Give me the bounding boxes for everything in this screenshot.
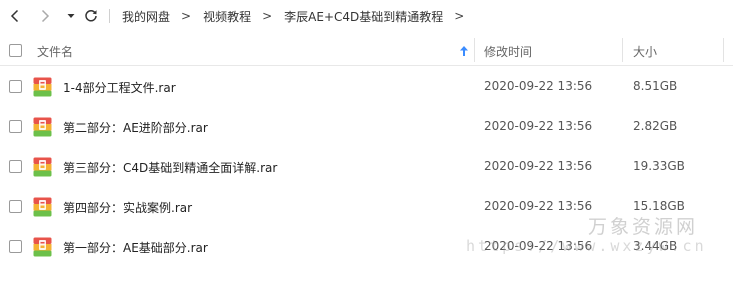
rar-archive-icon — [33, 197, 52, 217]
rar-archive-icon — [33, 157, 52, 177]
file-size: 15.18GB — [633, 199, 685, 213]
file-list-header: 文件名 修改时间 大小 — [0, 34, 733, 66]
column-header-size[interactable]: 大小 — [633, 43, 657, 60]
breadcrumb-separator: > — [181, 9, 192, 23]
column-header-modified[interactable]: 修改时间 — [484, 43, 532, 60]
file-size: 8.51GB — [633, 79, 678, 93]
breadcrumb-separator: > — [262, 9, 273, 23]
row-checkbox[interactable] — [9, 240, 22, 253]
watermark-text: 万象资源网 — [588, 216, 699, 238]
rar-archive-icon — [33, 117, 52, 137]
file-modified-time: 2020-09-22 13:56 — [484, 159, 593, 173]
file-name[interactable]: 第四部分：实战案例.rar — [63, 199, 192, 216]
file-row[interactable]: 第二部分：AE进阶部分.rar 2020-09-22 13:56 2.82GB — [0, 107, 733, 147]
chevron-left-icon — [10, 9, 19, 23]
breadcrumb-item-current-folder[interactable]: 李辰AE+C4D基础到精通教程 — [284, 8, 443, 25]
file-modified-time: 2020-09-22 13:56 — [484, 79, 593, 93]
breadcrumb: 我的网盘 > 视频教程 > 李辰AE+C4D基础到精通教程 > — [122, 7, 476, 25]
refresh-icon — [85, 10, 97, 22]
column-divider[interactable] — [622, 38, 623, 62]
breadcrumb-item-video-tutorials[interactable]: 视频教程 — [203, 8, 251, 25]
file-name[interactable]: 第三部分：C4D基础到精通全面详解.rar — [63, 159, 277, 176]
arrow-up-icon[interactable] — [459, 45, 469, 57]
file-row[interactable]: 第三部分：C4D基础到精通全面详解.rar 2020-09-22 13:56 19.… — [0, 147, 733, 187]
breadcrumb-separator[interactable]: > — [454, 9, 464, 23]
chevron-right-icon — [41, 9, 50, 23]
toolbar: 我的网盘 > 视频教程 > 李辰AE+C4D基础到精通教程 > — [0, 0, 733, 32]
select-all-checkbox[interactable] — [9, 44, 22, 57]
file-name[interactable]: 第二部分：AE进阶部分.rar — [63, 119, 208, 136]
breadcrumb-item-my-drive[interactable]: 我的网盘 — [122, 8, 170, 25]
rar-archive-icon — [33, 237, 52, 257]
column-divider[interactable] — [474, 38, 475, 62]
file-size: 2.82GB — [633, 119, 678, 133]
row-checkbox[interactable] — [9, 80, 22, 93]
file-name[interactable]: 1-4部分工程文件.rar — [63, 79, 176, 96]
row-checkbox[interactable] — [9, 200, 22, 213]
watermark-url: https://www.wxzyw.cn — [466, 237, 707, 255]
toolbar-divider — [109, 9, 110, 23]
file-row[interactable]: 1-4部分工程文件.rar 2020-09-22 13:56 8.51GB — [0, 67, 733, 107]
row-checkbox[interactable] — [9, 120, 22, 133]
file-modified-time: 2020-09-22 13:56 — [484, 199, 593, 213]
file-name[interactable]: 第一部分：AE基础部分.rar — [63, 239, 208, 256]
column-divider[interactable] — [723, 38, 724, 62]
back-button[interactable] — [6, 6, 24, 26]
caret-down-icon — [67, 14, 75, 18]
refresh-button[interactable] — [82, 6, 100, 26]
history-dropdown-button[interactable] — [62, 6, 80, 26]
row-checkbox[interactable] — [9, 160, 22, 173]
forward-button[interactable] — [36, 6, 54, 26]
file-modified-time: 2020-09-22 13:56 — [484, 119, 593, 133]
rar-archive-icon — [33, 77, 52, 97]
file-size: 19.33GB — [633, 159, 685, 173]
column-header-name[interactable]: 文件名 — [37, 43, 73, 60]
